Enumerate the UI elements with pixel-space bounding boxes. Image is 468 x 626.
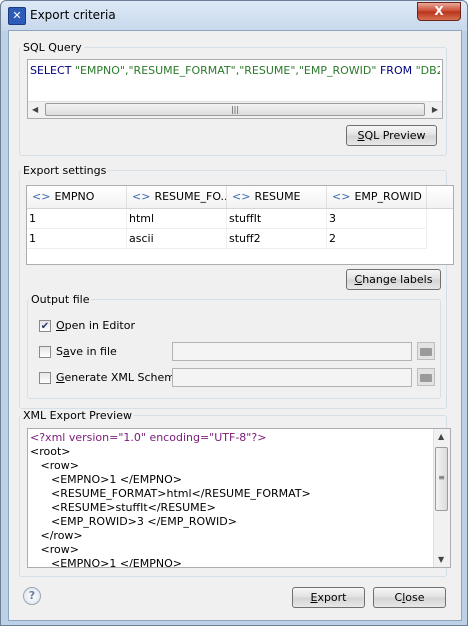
- help-icon[interactable]: ?: [23, 587, 41, 605]
- column-icon: <>: [132, 190, 151, 203]
- scroll-down-icon[interactable]: ▼: [438, 555, 444, 564]
- change-labels-button[interactable]: Change labels: [346, 269, 441, 290]
- column-icon: <>: [32, 190, 51, 203]
- save-in-file-label[interactable]: Save in file: [56, 345, 117, 358]
- table-cell[interactable]: stuff2: [227, 229, 327, 249]
- xml-preview-legend: XML Export Preview: [23, 409, 132, 422]
- xml-line: <EMPNO>1 </EMPNO>: [30, 473, 182, 486]
- save-file-path-input[interactable]: [172, 342, 412, 361]
- scroll-right-icon[interactable]: ▶: [432, 105, 438, 114]
- xml-preview-textarea[interactable]: <?xml version="1.0" encoding="UTF-8"?> <…: [27, 428, 451, 568]
- column-icon: <>: [332, 190, 351, 203]
- xml-line: <row>: [30, 459, 79, 472]
- sql-query-textarea[interactable]: SELECT "EMPNO","RESUME_FORMAT","RESUME",…: [27, 59, 443, 119]
- generate-schema-checkbox[interactable]: [39, 372, 51, 384]
- sql-keyword-from: FROM: [379, 64, 413, 77]
- column-header-empno[interactable]: <> EMPNO: [27, 186, 127, 208]
- sql-keyword-select: SELECT: [30, 64, 72, 77]
- window-title: Export criteria: [30, 8, 116, 22]
- sql-query-text: SELECT "EMPNO","RESUME_FORMAT","RESUME",…: [30, 64, 440, 77]
- xml-line: <RESUME>stuffIt</RESUME>: [30, 501, 216, 514]
- export-button[interactable]: Export: [292, 587, 365, 608]
- output-file-legend: Output file: [31, 293, 90, 306]
- xml-line: <?xml version="1.0" encoding="UTF-8"?>: [30, 431, 267, 444]
- scroll-thumb[interactable]: |||: [45, 103, 425, 116]
- column-header-resume[interactable]: <> RESUME: [227, 186, 327, 208]
- xml-line: <EMPNO>1 </EMPNO>: [30, 557, 182, 568]
- export-settings-legend: Export settings: [23, 164, 107, 177]
- schema-path-input[interactable]: [172, 368, 412, 387]
- sql-preview-button[interactable]: SQL Preview: [346, 125, 437, 146]
- close-button[interactable]: Close: [373, 587, 446, 608]
- sql-horizontal-scrollbar[interactable]: ◀ ||| ▶: [28, 101, 442, 118]
- export-settings-table[interactable]: <> EMPNO <> RESUME_FO... <> RESUME <> EMP_RO…: [26, 185, 454, 265]
- sql-table: "DB2INST2".SU: [415, 64, 440, 77]
- sql-query-legend: SQL Query: [23, 41, 82, 54]
- title-bar[interactable]: ✕ Export criteria X: [1, 1, 467, 29]
- column-icon: <>: [232, 190, 251, 203]
- sql-columns: "EMPNO","RESUME_FORMAT","RESUME","EMP_RO…: [74, 64, 377, 77]
- xml-vertical-scrollbar[interactable]: ▲ ≡ ▼: [433, 429, 450, 567]
- column-header-emp-rowid[interactable]: <> EMP_ROWID: [327, 186, 427, 208]
- xml-line: <row>: [30, 543, 79, 556]
- app-icon: ✕: [8, 7, 26, 25]
- table-cell[interactable]: 1: [27, 229, 127, 249]
- table-cell[interactable]: stuffIt: [227, 209, 327, 229]
- table-cell[interactable]: 3: [327, 209, 427, 229]
- xml-line: </row>: [30, 529, 83, 542]
- scroll-thumb[interactable]: ≡: [435, 447, 448, 511]
- folder-icon[interactable]: [417, 368, 435, 386]
- folder-icon[interactable]: [417, 342, 435, 360]
- dialog-window: ✕ Export criteria X SQL Query SELECT "EM…: [0, 0, 468, 626]
- open-in-editor-label[interactable]: Open in Editor: [56, 319, 135, 332]
- table-cell[interactable]: 1: [27, 209, 127, 229]
- open-in-editor-checkbox[interactable]: ✔: [39, 320, 51, 332]
- table-header: <> EMPNO <> RESUME_FO... <> RESUME <> EMP_RO…: [27, 186, 453, 209]
- xml-line: <root>: [30, 445, 71, 458]
- table-cell[interactable]: ascii: [127, 229, 227, 249]
- column-header-resume-format[interactable]: <> RESUME_FO...: [127, 186, 227, 208]
- scroll-left-icon[interactable]: ◀: [32, 105, 38, 114]
- save-in-file-checkbox[interactable]: [39, 346, 51, 358]
- table-cell[interactable]: 2: [327, 229, 427, 249]
- xml-line: <RESUME_FORMAT>html</RESUME_FORMAT>: [30, 487, 311, 500]
- xml-line: <EMP_ROWID>3 </EMP_ROWID>: [30, 515, 237, 528]
- table-cell[interactable]: html: [127, 209, 227, 229]
- dialog-body: SQL Query SELECT "EMPNO","RESUME_FORMAT"…: [8, 30, 462, 621]
- scroll-up-icon[interactable]: ▲: [438, 432, 444, 441]
- generate-schema-label[interactable]: Generate XML Schema: [56, 371, 182, 384]
- close-window-button[interactable]: X: [417, 2, 461, 21]
